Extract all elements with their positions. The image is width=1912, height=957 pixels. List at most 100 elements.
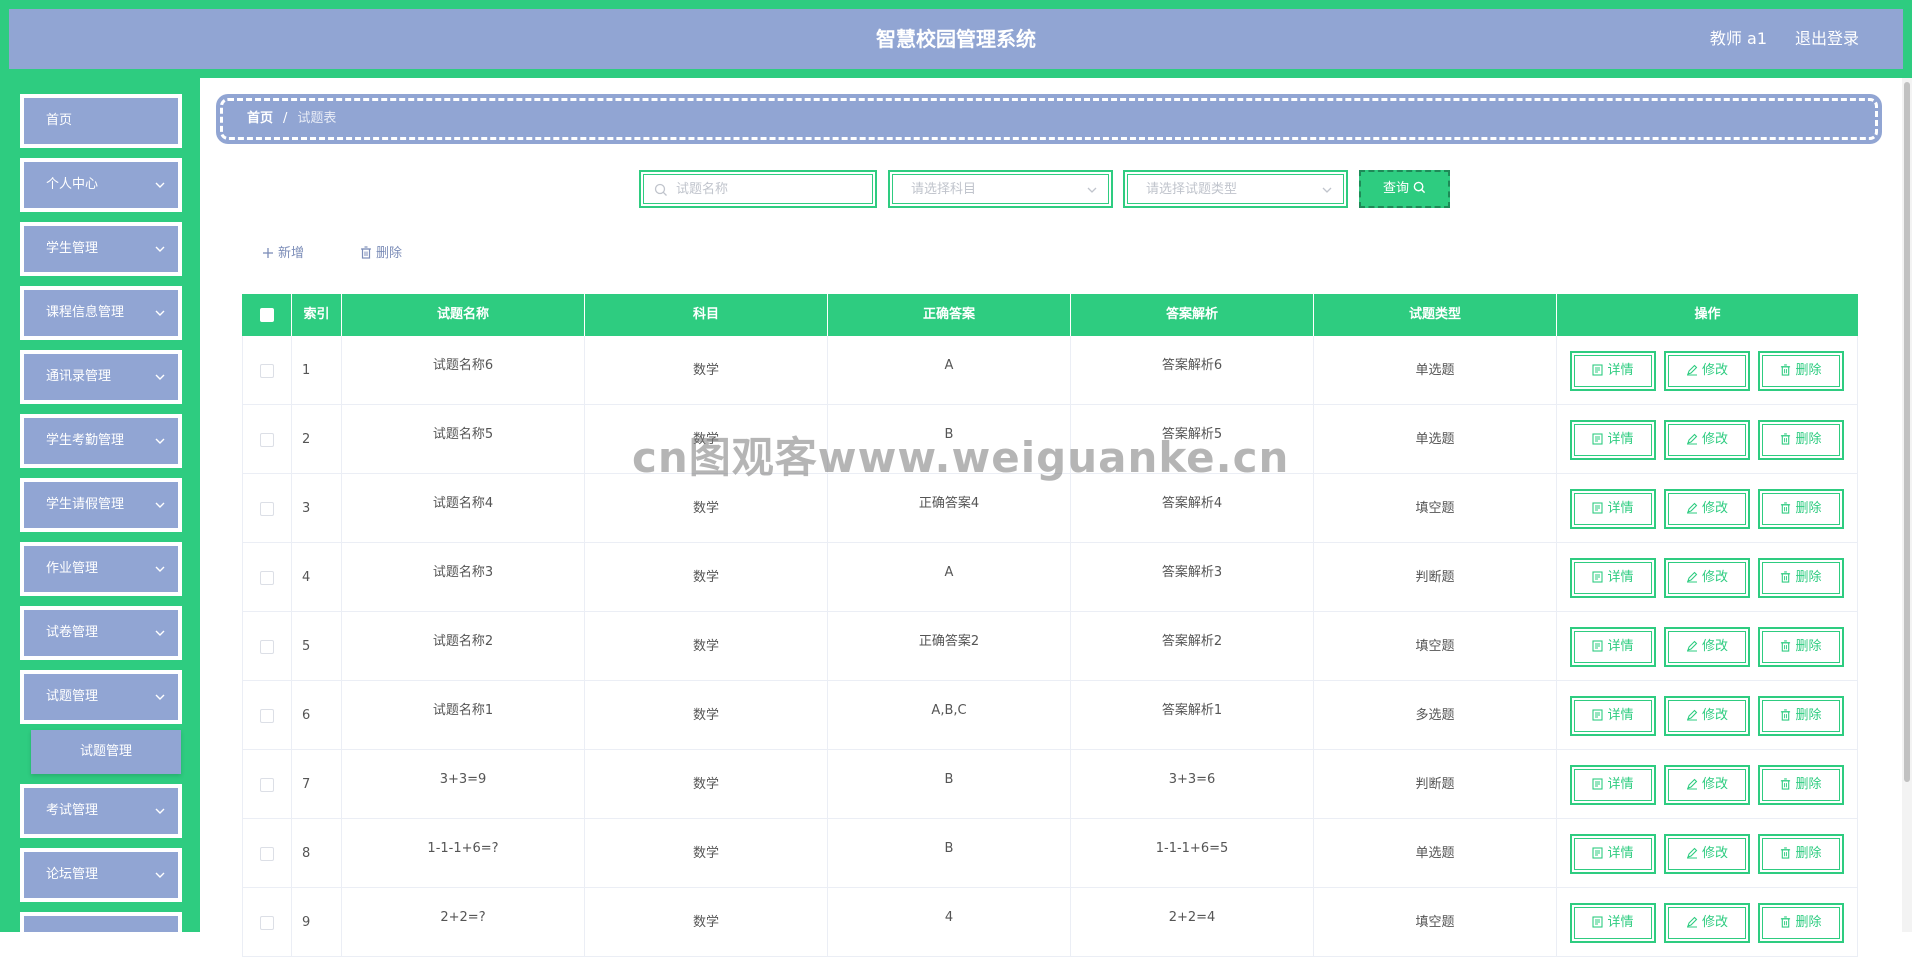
subject-select[interactable]: 请选择科目 (888, 170, 1113, 208)
select-all-checkbox[interactable] (259, 307, 274, 322)
sidebar-item[interactable]: 考试管理 (20, 784, 182, 838)
sidebar-item[interactable]: 课程信息管理 (20, 286, 182, 340)
sidebar-item[interactable]: 学生请假管理 (20, 478, 182, 532)
pencil-icon (1686, 709, 1698, 721)
query-button[interactable]: 查询 (1359, 170, 1450, 208)
delete-button[interactable]: 删除 (1758, 489, 1844, 529)
edit-button[interactable]: 修改 (1664, 627, 1750, 667)
batch-delete-label: 删除 (376, 246, 403, 261)
detail-button[interactable]: 详情 (1570, 351, 1656, 391)
delete-button[interactable]: 删除 (1758, 558, 1844, 598)
page-scrollbar[interactable] (1902, 78, 1912, 932)
cell-analysis: 答案解析3 (1071, 543, 1314, 611)
sidebar-item-label: 试卷管理 (46, 625, 99, 640)
detail-button[interactable]: 详情 (1570, 903, 1656, 943)
cell-analysis: 答案解析2 (1071, 612, 1314, 680)
sidebar-item[interactable]: 首页 (20, 94, 182, 148)
row-checkbox[interactable] (260, 570, 274, 585)
sidebar-item[interactable]: 论坛管理 (20, 848, 182, 902)
batch-delete-button[interactable]: 删除 (360, 242, 402, 261)
row-checkbox[interactable] (260, 363, 274, 378)
cell-type: 填空题 (1314, 612, 1557, 680)
document-icon (1592, 640, 1604, 652)
cell-ops: 详情 修改 删除 (1557, 336, 1858, 404)
delete-button[interactable]: 删除 (1758, 765, 1844, 805)
delete-button[interactable]: 删除 (1758, 903, 1844, 943)
edit-button[interactable]: 修改 (1664, 351, 1750, 391)
header-answer: 正确答案 (828, 294, 1071, 336)
table-row: 5 试题名称2 数学 正确答案2 答案解析2 填空题 详情 修改 删除 (242, 612, 1858, 681)
cell-index: 5 (292, 612, 342, 680)
row-checkbox[interactable] (260, 501, 274, 516)
document-icon (1592, 433, 1604, 445)
detail-label: 详情 (1607, 570, 1634, 585)
detail-button[interactable]: 详情 (1570, 558, 1656, 598)
row-checkbox[interactable] (260, 639, 274, 654)
row-select-cell (242, 681, 292, 749)
sidebar-item[interactable]: 学生考勤管理 (20, 414, 182, 468)
cell-answer: A (828, 543, 1071, 611)
sidebar-item[interactable]: 学生管理 (20, 222, 182, 276)
detail-button[interactable]: 详情 (1570, 696, 1656, 736)
delete-button[interactable]: 删除 (1758, 420, 1844, 460)
add-button[interactable]: 新增 (262, 242, 304, 261)
search-icon (1413, 181, 1426, 194)
breadcrumb-inner: 首页 / 试题表 (220, 98, 1878, 140)
sidebar-item[interactable]: 试卷管理 (20, 606, 182, 660)
edit-label: 修改 (1701, 570, 1728, 585)
cell-index: 1 (292, 336, 342, 404)
edit-button[interactable]: 修改 (1664, 696, 1750, 736)
delete-button[interactable]: 删除 (1758, 696, 1844, 736)
edit-button[interactable]: 修改 (1664, 834, 1750, 874)
row-checkbox[interactable] (260, 846, 274, 861)
search-icon (654, 183, 667, 196)
delete-button[interactable]: 删除 (1758, 351, 1844, 391)
delete-label: 删除 (1795, 708, 1822, 723)
detail-button[interactable]: 详情 (1570, 420, 1656, 460)
submenu-item-question-manage[interactable]: 试题管理 (31, 730, 181, 774)
row-checkbox[interactable] (260, 708, 274, 723)
edit-button[interactable]: 修改 (1664, 903, 1750, 943)
row-checkbox[interactable] (260, 777, 274, 792)
edit-button[interactable]: 修改 (1664, 765, 1750, 805)
edit-button[interactable]: 修改 (1664, 420, 1750, 460)
current-user: 教师 a1 (1709, 29, 1767, 48)
cell-ops: 详情 修改 删除 (1557, 681, 1858, 749)
sidebar-item[interactable]: 试题管理 (20, 670, 182, 724)
edit-button[interactable]: 修改 (1664, 558, 1750, 598)
trash-icon (361, 246, 371, 259)
scrollbar-thumb[interactable] (1904, 82, 1910, 782)
row-select-cell (242, 750, 292, 818)
cell-subject: 数学 (585, 819, 828, 887)
logout-button[interactable]: 退出登录 (1795, 9, 1859, 69)
edit-label: 修改 (1701, 708, 1728, 723)
cell-index: 2 (292, 405, 342, 473)
detail-button[interactable]: 详情 (1570, 627, 1656, 667)
sidebar-item[interactable]: 作业管理 (20, 542, 182, 596)
pencil-icon (1686, 640, 1698, 652)
detail-label: 详情 (1607, 432, 1634, 447)
row-select-cell (242, 474, 292, 542)
detail-button[interactable]: 详情 (1570, 489, 1656, 529)
delete-button[interactable]: 删除 (1758, 834, 1844, 874)
question-name-input[interactable]: 试题名称 (639, 170, 877, 208)
subject-placeholder: 请选择科目 (911, 182, 977, 197)
sidebar-item-partial[interactable] (20, 912, 182, 932)
top-header: 智慧校园管理系统 教师 a1 退出登录 (0, 0, 1912, 78)
question-type-select[interactable]: 请选择试题类型 (1123, 170, 1348, 208)
sidebar-item[interactable]: 个人中心 (20, 158, 182, 212)
row-select-cell (242, 543, 292, 611)
row-checkbox[interactable] (260, 915, 274, 930)
delete-button[interactable]: 删除 (1758, 627, 1844, 667)
edit-button[interactable]: 修改 (1664, 489, 1750, 529)
cell-index: 3 (292, 474, 342, 542)
row-checkbox[interactable] (260, 432, 274, 447)
table-row: 4 试题名称3 数学 A 答案解析3 判断题 详情 修改 删除 (242, 543, 1858, 612)
breadcrumb-home[interactable]: 首页 (247, 111, 273, 126)
breadcrumb: 首页 / 试题表 (216, 94, 1882, 144)
detail-button[interactable]: 详情 (1570, 834, 1656, 874)
trash-icon (1781, 571, 1791, 583)
sidebar-item[interactable]: 通讯录管理 (20, 350, 182, 404)
detail-button[interactable]: 详情 (1570, 765, 1656, 805)
sidebar-item-label: 试题管理 (46, 689, 99, 704)
